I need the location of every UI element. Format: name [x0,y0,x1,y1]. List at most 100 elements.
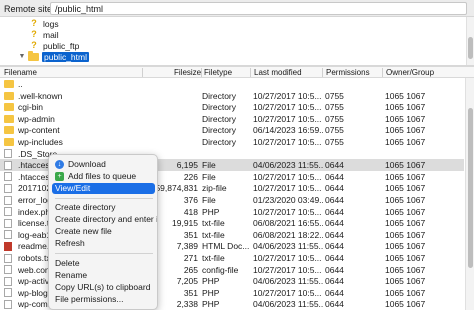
file-owner-group [385,79,445,89]
menu-item-create-new-file[interactable]: Create new file [52,226,155,237]
column-owner-group[interactable]: Owner/Group [386,68,434,77]
folder-icon [4,80,14,88]
file-icon [4,253,12,263]
file-name: .htacces [18,160,50,171]
file-permissions: 0644 [325,229,344,240]
remote-site-bar: Remote site: [0,0,474,17]
file-owner-group [385,149,445,159]
question-folder-icon: ? [31,29,37,39]
file-type: zip-file [202,183,227,194]
file-type: Directory [202,90,237,101]
tree-scrollbar-thumb[interactable] [468,37,473,59]
file-size [144,114,198,124]
menu-item-label: Refresh [55,238,85,248]
table-row[interactable]: .well-known Directory 10/27/2017 10:5... 07… [0,90,464,102]
file-name-cell: wp-includes [4,137,144,147]
file-type: File [202,171,216,182]
file-last-modified: 01/23/2020 03:49... [253,195,323,205]
column-divider[interactable] [250,68,251,77]
file-name: .htacces [18,171,50,182]
file-size [144,137,198,147]
column-divider[interactable] [142,68,143,77]
file-icon [4,276,12,286]
file-last-modified: 04/06/2023 11:55... [253,241,323,252]
menu-item-refresh[interactable]: Refresh [52,238,155,249]
file-permissions: 0644 [325,264,344,275]
file-icon [4,183,12,193]
column-divider[interactable] [322,68,323,77]
file-name: .. [18,79,23,89]
file-type: Directory [202,113,237,124]
menu-item-copy-url[interactable]: Copy URL(s) to clipboard [52,282,155,293]
file-owner-group: 1065 1067 [385,229,426,240]
file-name: error_log [18,195,53,205]
column-filetype[interactable]: Filetype [204,68,232,77]
file-icon [4,172,12,182]
table-row[interactable]: wp-content Directory 06/14/2023 16:59... 07… [0,124,464,136]
file-type [202,79,250,89]
file-name-cell: .well-known [4,91,144,101]
menu-item-create-directory-enter[interactable]: Create directory and enter it [52,214,157,225]
column-divider[interactable] [382,68,383,77]
tree-item-public-html[interactable]: ▼ public_html [18,50,89,62]
tree-item-label: logs [43,18,59,29]
file-permissions: 0644 [325,171,344,182]
file-owner-group: 1065 1067 [385,241,426,252]
file-size [144,79,198,89]
tree-item-logs[interactable]: ? logs [30,18,61,29]
column-filename[interactable]: Filename [4,68,37,77]
file-name: wp-activ [18,276,50,287]
file-icon [4,265,12,275]
menu-item-label: Add files to queue [68,171,137,181]
file-name: robots.tx [18,253,51,263]
file-name: cgi-bin [18,102,44,113]
tree-item-mail[interactable]: ? mail [30,29,61,40]
file-icon [4,230,12,240]
file-owner-group: 1065 1067 [385,125,426,136]
file-name: wp-content [18,125,60,136]
file-owner-group: 1065 1067 [385,183,426,194]
menu-item-label: Create new file [55,226,112,236]
menu-item-view-edit[interactable]: View/Edit [52,183,155,194]
file-type: HTML Doc... [202,241,250,252]
file-name-cell: cgi-bin [4,102,144,112]
file-list-scrollbar-thumb[interactable] [468,108,473,268]
column-divider[interactable] [201,68,202,77]
remote-site-path-input[interactable] [50,2,467,15]
file-last-modified: 06/08/2021 18:22... [253,229,323,240]
column-permissions[interactable]: Permissions [326,68,370,77]
file-last-modified: 04/06/2023 11:55... [253,276,323,287]
file-owner-group: 1065 1067 [385,218,426,229]
file-icon [4,149,12,159]
file-list-scrollbar[interactable] [465,78,474,310]
table-row[interactable]: .. [0,78,464,90]
file-last-modified: 10/27/2017 10:5... [253,102,322,113]
menu-item-delete[interactable]: Delete [52,258,155,269]
tree-item-public-ftp[interactable]: ? public_ftp [30,40,81,51]
folder-icon [4,103,14,112]
column-filesize[interactable]: Filesize [174,68,201,77]
table-row[interactable]: wp-admin Directory 10/27/2017 10:5... 0755 1… [0,113,464,125]
file-permissions: 0755 [325,90,344,101]
file-last-modified [253,149,323,159]
file-icon [4,207,12,217]
file-size [144,102,198,112]
file-permissions: 0644 [325,253,344,263]
menu-item-rename[interactable]: Rename [52,270,155,281]
table-row[interactable]: cgi-bin Directory 10/27/2017 10:5... 0755 10… [0,101,464,113]
menu-item-label: Create directory [55,202,116,212]
menu-item-download[interactable]: ↓ Download [52,159,155,170]
table-row[interactable]: wp-includes Directory 10/27/2017 10:5... 07… [0,136,464,148]
file-name-cell: wp-admin [4,114,144,124]
file-type: Directory [202,102,237,113]
column-last-modified[interactable]: Last modified [254,68,302,77]
file-last-modified: 10/27/2017 10:5... [253,171,322,182]
menu-item-add-to-queue[interactable]: + Add files to queue [52,171,155,182]
question-folder-icon: ? [31,40,37,50]
folder-icon [28,50,39,61]
tree-scrollbar[interactable] [466,17,474,65]
menu-item-create-directory[interactable]: Create directory [52,202,155,213]
chevron-down-icon[interactable]: ▼ [18,53,26,60]
menu-item-file-permissions[interactable]: File permissions... [52,294,155,305]
folder-icon [4,138,14,146]
